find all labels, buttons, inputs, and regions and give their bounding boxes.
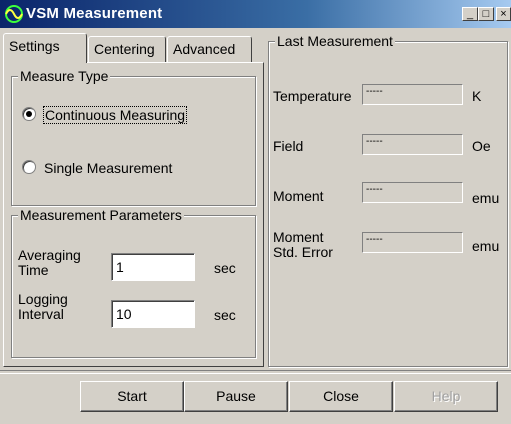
minimize-icon: _ <box>466 8 474 20</box>
averaging-time-unit: sec <box>214 260 236 276</box>
continuous-measuring-option[interactable]: Continuous Measuring <box>22 106 188 124</box>
minimize-button[interactable]: _ <box>462 7 478 21</box>
moment-std-error-value: ----- <box>362 232 463 253</box>
moment-std-error-label: Moment Std. Error <box>273 229 333 260</box>
moment-value: ----- <box>362 182 463 203</box>
radio-selected-icon[interactable] <box>22 107 36 121</box>
close-button[interactable]: Close <box>289 381 393 412</box>
logging-interval-label: Logging Interval <box>18 291 68 322</box>
start-button[interactable]: Start <box>80 381 184 412</box>
temperature-unit: K <box>472 88 482 104</box>
temperature-value: ----- <box>362 84 463 105</box>
measurement-parameters-title: Measurement Parameters <box>18 207 184 223</box>
radio-unselected-icon[interactable] <box>22 160 36 174</box>
measure-type-group: Measure Type Continuous Measuring Single… <box>11 68 256 206</box>
close-icon: × <box>500 8 507 20</box>
field-unit: Oe <box>472 138 491 154</box>
tab-settings[interactable]: Settings <box>3 33 87 63</box>
averaging-time-input[interactable] <box>111 253 195 281</box>
close-window-button[interactable]: × <box>496 7 511 21</box>
logging-interval-unit: sec <box>214 307 236 323</box>
measurement-parameters-group: Measurement Parameters AveragingTime sec… <box>11 207 256 358</box>
single-measurement-option[interactable]: Single Measurement <box>22 160 172 176</box>
bottom-separator <box>0 370 511 374</box>
pause-button[interactable]: Pause <box>184 381 288 412</box>
field-value: ----- <box>362 134 463 155</box>
moment-label: Moment <box>273 188 324 204</box>
moment-std-error-unit: emu <box>472 238 500 254</box>
tab-centering[interactable]: Centering <box>88 36 166 62</box>
measure-type-title: Measure Type <box>18 68 111 84</box>
vsm-app-icon <box>4 4 24 24</box>
help-button[interactable]: Help <box>394 381 498 412</box>
field-label: Field <box>273 138 304 154</box>
continuous-measuring-label: Continuous Measuring <box>42 106 188 124</box>
last-measurement-title: Last Measurement <box>275 33 395 49</box>
window-title: VSM Measurement <box>26 5 163 22</box>
single-measurement-label: Single Measurement <box>44 160 173 176</box>
moment-unit: emu <box>472 190 500 206</box>
averaging-time-label: Averaging Time <box>18 247 81 278</box>
last-measurement-group: Last Measurement Temperature ----- K Fie… <box>268 33 508 367</box>
maximize-icon: □ <box>482 8 490 20</box>
logging-interval-input[interactable] <box>111 300 195 328</box>
title-bar[interactable]: VSM Measurement _ □ × <box>0 0 511 28</box>
temperature-label: Temperature <box>273 88 352 104</box>
maximize-button[interactable]: □ <box>478 7 494 21</box>
tab-advanced[interactable]: Advanced <box>167 36 252 62</box>
